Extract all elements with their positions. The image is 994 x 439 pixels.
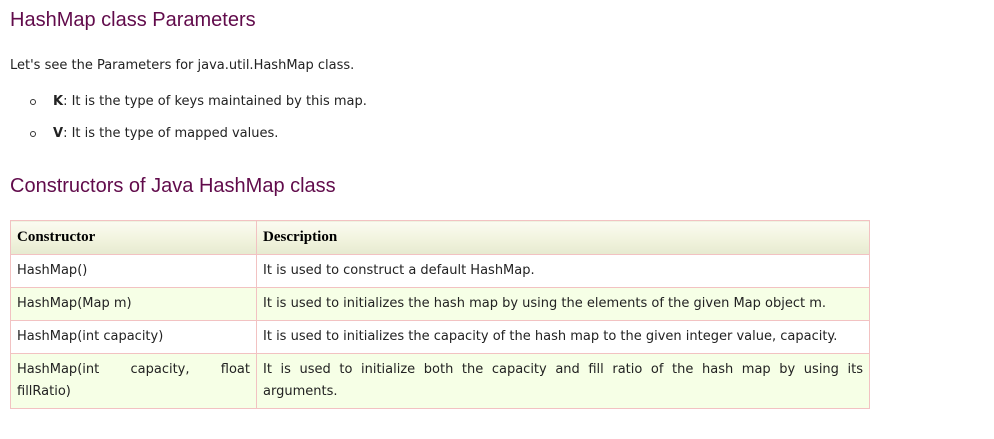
table-row: HashMap() It is used to construct a defa… [10, 254, 870, 288]
table-header-row: Constructor Description [10, 220, 870, 255]
table-row: HashMap(int capacity, float fillRatio) I… [10, 353, 870, 409]
list-item: K: It is the type of keys maintained by … [10, 93, 367, 125]
parameters-list: K: It is the type of keys maintained by … [10, 93, 367, 157]
param-desc: : It is the type of keys maintained by t… [63, 94, 367, 109]
intro-paragraph: Let's see the Parameters for java.util.H… [10, 58, 355, 73]
column-header-description: Description [256, 220, 870, 255]
description-cell: It is used to initializes the hash map b… [256, 287, 870, 321]
constructor-cell: HashMap(int capacity) [10, 320, 257, 354]
section-heading-parameters: HashMap class Parameters [10, 9, 256, 31]
description-cell: It is used to construct a default HashMa… [256, 254, 870, 288]
param-term: K [53, 94, 64, 109]
constructor-cell: HashMap(Map m) [10, 287, 257, 321]
table-row: HashMap(Map m) It is used to initializes… [10, 287, 870, 321]
constructors-table: Constructor Description HashMap() It is … [10, 220, 870, 409]
section-heading-constructors: Constructors of Java HashMap class [10, 175, 336, 197]
param-term: V [53, 126, 64, 141]
bullet-icon [30, 131, 36, 137]
bullet-icon [30, 99, 36, 105]
description-cell: It is used to initializes the capacity o… [256, 320, 870, 354]
description-cell: It is used to initialize both the capaci… [256, 353, 870, 409]
constructor-cell: HashMap(int capacity, float fillRatio) [10, 353, 257, 409]
table-row: HashMap(int capacity) It is used to init… [10, 320, 870, 354]
list-item: V: It is the type of mapped values. [10, 125, 367, 157]
param-desc: : It is the type of mapped values. [63, 126, 279, 141]
constructor-cell: HashMap() [10, 254, 257, 288]
column-header-constructor: Constructor [10, 220, 257, 255]
